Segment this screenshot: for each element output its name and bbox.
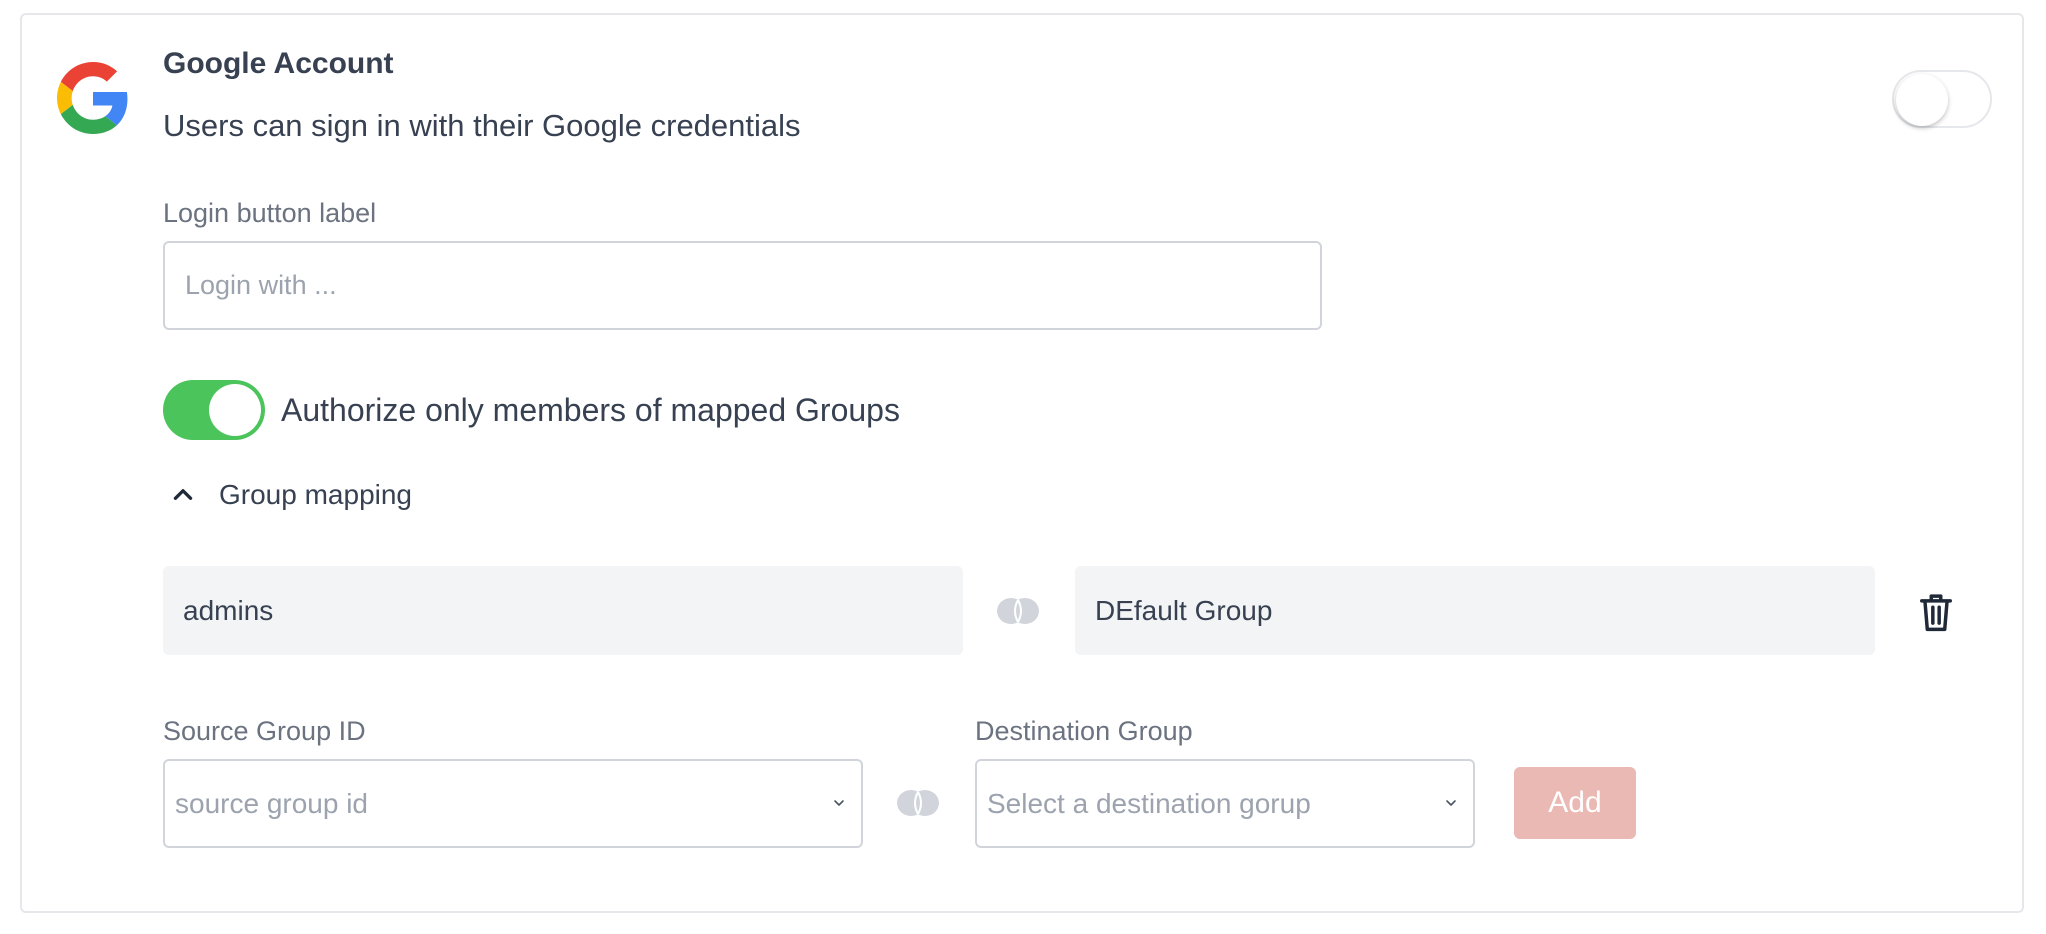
group-mapping-toggle-label[interactable]: Group mapping: [219, 479, 412, 511]
mapping-link-icon: [897, 790, 939, 816]
source-group-label: Source Group ID: [163, 716, 366, 746]
toggle-knob: [1896, 74, 1948, 126]
provider-enable-toggle[interactable]: [1892, 70, 1992, 128]
chevron-up-icon[interactable]: [170, 481, 196, 507]
mapping-link-icon: [997, 598, 1039, 624]
chevron-down-icon: [1446, 800, 1456, 806]
provider-description: Users can sign in with their Google cred…: [163, 108, 801, 143]
mapping-destination-field: DEfault Group: [1075, 566, 1875, 655]
destination-group-select[interactable]: Select a destination gorup: [975, 759, 1475, 848]
toggle-knob: [209, 384, 261, 436]
login-button-label-input[interactable]: [163, 241, 1322, 330]
destination-group-placeholder: Select a destination gorup: [987, 787, 1311, 819]
chevron-down-icon: [834, 800, 844, 806]
mapping-destination-value: DEfault Group: [1095, 594, 1273, 626]
authorize-groups-toggle[interactable]: [163, 380, 265, 440]
mapping-source-value: admins: [183, 594, 274, 626]
login-button-label-heading: Login button label: [163, 198, 377, 228]
authorize-groups-label: Authorize only members of mapped Groups: [281, 392, 900, 428]
source-group-placeholder: source group id: [175, 787, 369, 819]
provider-title: Google Account: [163, 47, 394, 80]
google-g-icon: [57, 62, 128, 134]
destination-group-label: Destination Group: [975, 716, 1193, 746]
mapping-source-field: admins: [163, 566, 963, 655]
source-group-select[interactable]: source group id: [163, 759, 863, 848]
trash-icon[interactable]: [1917, 591, 1955, 633]
add-mapping-button[interactable]: Add: [1514, 767, 1636, 839]
